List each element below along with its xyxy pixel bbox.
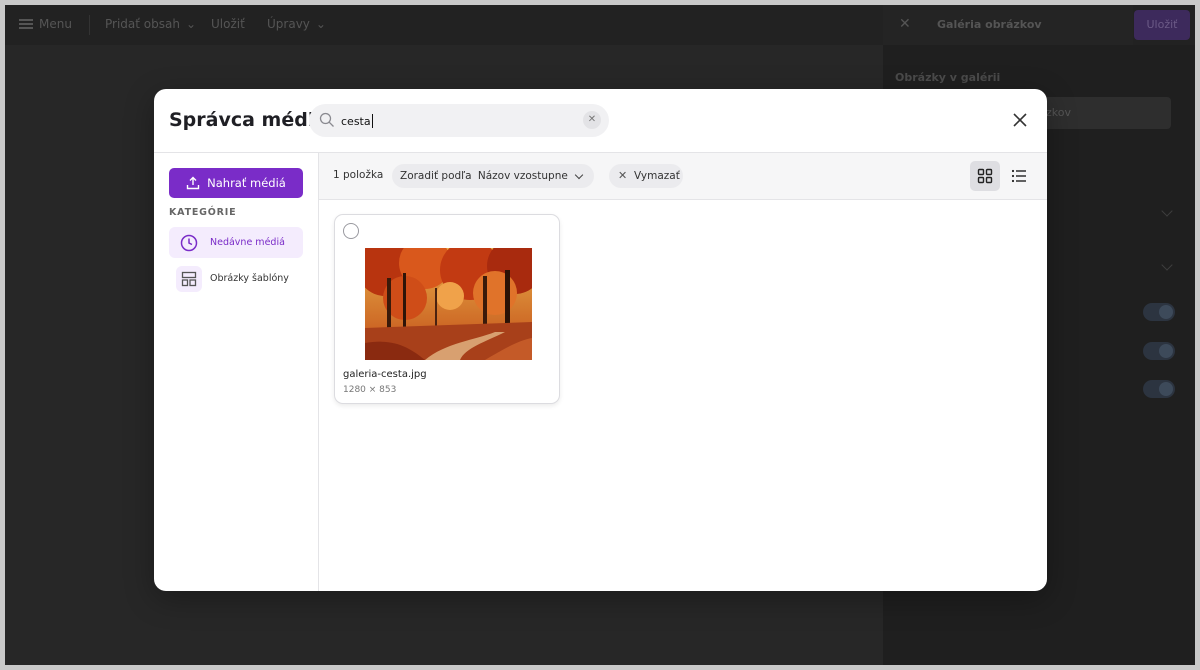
publish-button[interactable]: Uložiť bbox=[1134, 10, 1190, 40]
list-view-button[interactable] bbox=[1004, 161, 1034, 191]
search-box: ✕ bbox=[309, 104, 609, 137]
list-icon bbox=[1011, 169, 1026, 183]
nav-add-content[interactable]: Pridať obsah ⌄ bbox=[105, 17, 196, 31]
media-toolbar: 1 položka Zoradiť podľa Názov vzostupne … bbox=[319, 153, 1047, 200]
media-thumbnail[interactable] bbox=[365, 248, 532, 360]
dialog-title: Správca médií bbox=[169, 109, 321, 131]
media-card[interactable]: galeria-cesta.jpg 1280 × 853 bbox=[334, 214, 560, 404]
category-template-images[interactable]: Obrázky šablóny bbox=[169, 263, 303, 294]
category-label: Nedávne médiá bbox=[210, 237, 285, 248]
categories-sidebar: Nahrať médiá KATEGÓRIE Nedávne médiá Obr… bbox=[154, 153, 319, 591]
clear-filter-button[interactable]: ✕ Vymazať bbox=[609, 164, 683, 188]
grid-view-button[interactable] bbox=[970, 161, 1000, 191]
chevron-down-icon[interactable] bbox=[1161, 205, 1173, 217]
chevron-down-icon: ⌄ bbox=[315, 17, 326, 31]
menu-icon bbox=[19, 19, 33, 29]
dialog-header: Správca médií ✕ bbox=[154, 89, 1047, 153]
autumn-path-image bbox=[365, 248, 532, 360]
toggle-switch[interactable] bbox=[1143, 380, 1175, 398]
toggle-switch[interactable] bbox=[1143, 342, 1175, 360]
close-icon: ✕ bbox=[618, 169, 628, 182]
categories-title: KATEGÓRIE bbox=[169, 207, 237, 218]
clear-search-icon[interactable]: ✕ bbox=[583, 111, 601, 129]
clear-label: Vymazať bbox=[634, 170, 680, 182]
grid-icon bbox=[977, 168, 993, 184]
close-icon[interactable]: ✕ bbox=[899, 16, 911, 32]
text-cursor bbox=[372, 114, 373, 128]
media-dimensions: 1280 × 853 bbox=[343, 385, 397, 395]
sort-prefix: Zoradiť podľa bbox=[400, 170, 472, 182]
layout-template-icon bbox=[176, 265, 202, 292]
menu-label: Menu bbox=[39, 17, 72, 31]
chevron-down-icon: ⌄ bbox=[185, 17, 197, 31]
app-frame: Menu Pridať obsah ⌄ Uložiť Úpravy ⌄ Uložiť… bbox=[5, 5, 1195, 665]
category-label: Obrázky šablóny bbox=[210, 273, 289, 284]
side-panel-title: Galéria obrázkov bbox=[937, 18, 1042, 31]
upload-icon bbox=[186, 176, 200, 190]
search-icon bbox=[319, 112, 334, 127]
media-grid: galeria-cesta.jpg 1280 × 853 bbox=[319, 200, 1047, 591]
sort-dropdown[interactable]: Zoradiť podľa Názov vzostupne bbox=[392, 164, 594, 188]
nav-label: Pridať obsah bbox=[105, 17, 180, 31]
nav-label: Uložiť bbox=[211, 17, 245, 31]
category-recent-media[interactable]: Nedávne médiá bbox=[169, 227, 303, 258]
media-manager-dialog: Správca médií ✕ Nahrať médiá KATEGÓRIE N… bbox=[154, 89, 1047, 591]
side-section-label: Obrázky v galérii bbox=[895, 71, 1001, 84]
toggle-switch[interactable] bbox=[1143, 303, 1175, 321]
upload-label: Nahrať médiá bbox=[207, 176, 286, 190]
select-checkbox[interactable] bbox=[343, 223, 359, 239]
side-panel-header: ✕ Galéria obrázkov bbox=[883, 5, 1133, 45]
chevron-down-icon bbox=[574, 170, 584, 180]
nav-edits[interactable]: Úpravy ⌄ bbox=[267, 17, 326, 31]
menu-button[interactable]: Menu bbox=[19, 17, 72, 31]
item-count: 1 položka bbox=[333, 169, 384, 181]
close-icon[interactable] bbox=[1011, 111, 1029, 129]
chevron-down-icon[interactable] bbox=[1161, 259, 1173, 271]
nav-label: Úpravy bbox=[267, 17, 310, 31]
media-filename: galeria-cesta.jpg bbox=[343, 369, 427, 380]
upload-media-button[interactable]: Nahrať médiá bbox=[169, 168, 303, 198]
nav-save[interactable]: Uložiť bbox=[211, 17, 245, 31]
clock-icon bbox=[176, 230, 202, 256]
sort-value: Názov vzostupne bbox=[477, 170, 568, 182]
divider bbox=[89, 15, 90, 35]
search-input[interactable] bbox=[341, 111, 571, 131]
